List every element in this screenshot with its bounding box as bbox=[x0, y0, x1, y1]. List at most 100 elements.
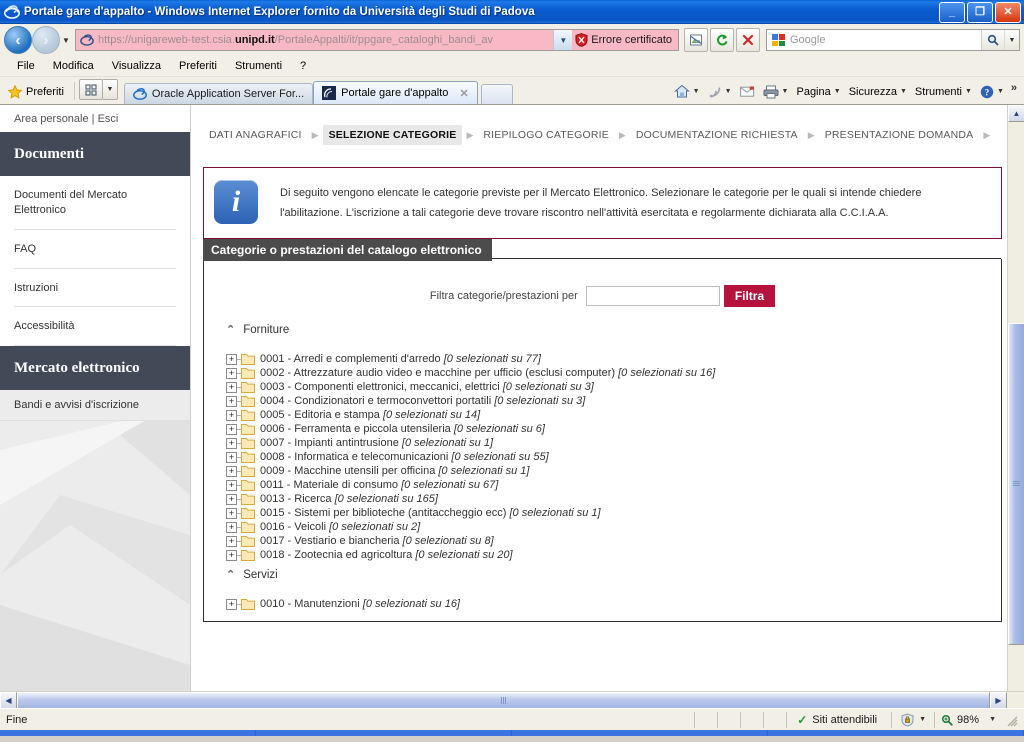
safety-dropdown-icon[interactable]: ▼ bbox=[900, 88, 907, 95]
tree-row[interactable]: + 0003 - Componenti elettronici, meccani… bbox=[214, 380, 991, 394]
search-input[interactable]: Google bbox=[790, 34, 981, 46]
step-presentazione-domanda[interactable]: PRESENTAZIONE DOMANDA bbox=[819, 125, 980, 145]
vertical-scroll-thumb[interactable] bbox=[1008, 323, 1024, 645]
tree-row[interactable]: + 0010 - Manutenzioni [0 selezionati su … bbox=[214, 597, 991, 611]
filter-button[interactable]: Filtra bbox=[723, 285, 776, 307]
page-vertical-scrollbar[interactable]: ▲ ▼ bbox=[1007, 105, 1024, 708]
filter-input[interactable] bbox=[585, 286, 720, 306]
refresh-button[interactable] bbox=[710, 28, 734, 52]
chevron-up-icon[interactable]: ⌃ bbox=[226, 568, 235, 581]
search-box[interactable]: Google ▼ bbox=[766, 29, 1020, 51]
minimize-button[interactable]: _ bbox=[939, 2, 965, 23]
expand-icon[interactable]: + bbox=[226, 381, 237, 393]
expand-icon[interactable]: + bbox=[226, 395, 237, 407]
read-mail-button[interactable] bbox=[736, 84, 759, 100]
address-dropdown-icon[interactable]: ▼ bbox=[553, 30, 573, 50]
tree-row[interactable]: + 0016 - Veicoli [0 selezionati su 2] bbox=[214, 520, 991, 534]
sidebar-item-documenti-mercato-elettronico[interactable]: Documenti del Mercato Elettronico bbox=[14, 176, 176, 230]
scroll-right-button[interactable]: ▶ bbox=[990, 692, 1007, 708]
sidebar-item-faq[interactable]: FAQ bbox=[14, 230, 176, 269]
safety-menu-button[interactable]: Sicurezza ▼ bbox=[845, 84, 911, 100]
page-menu-button[interactable]: Pagina ▼ bbox=[792, 84, 844, 100]
tab-close-icon[interactable]: ✕ bbox=[459, 87, 468, 100]
tree-row[interactable]: + 0017 - Vestiario e biancheria [0 selez… bbox=[214, 534, 991, 548]
expand-icon[interactable]: + bbox=[226, 437, 237, 449]
menu-item-strumenti[interactable]: Strumenti bbox=[226, 58, 291, 74]
tab-oracle-application-server[interactable]: Oracle Application Server For... bbox=[123, 83, 314, 104]
expand-icon[interactable]: + bbox=[226, 507, 237, 519]
tree-row[interactable]: + 0001 - Arredi e complementi d'arredo [… bbox=[214, 352, 991, 366]
address-bar[interactable]: https://unigareweb-test.csia.unipd.it/Po… bbox=[75, 29, 679, 51]
menu-item-preferiti[interactable]: Preferiti bbox=[170, 58, 226, 74]
sidebar-item-accessibilita[interactable]: Accessibilità bbox=[14, 307, 176, 347]
tree-row[interactable]: + 0018 - Zootecnia ed agricoltura [0 sel… bbox=[214, 548, 991, 562]
home-dropdown-icon[interactable]: ▼ bbox=[693, 88, 700, 95]
expand-icon[interactable]: + bbox=[226, 451, 237, 463]
favorites-button[interactable]: Preferiti bbox=[6, 82, 72, 104]
expand-icon[interactable]: + bbox=[226, 465, 237, 477]
protected-mode-dropdown-icon[interactable]: ▼ bbox=[919, 716, 926, 723]
account-area-link[interactable]: Area personale bbox=[14, 113, 89, 125]
expand-icon[interactable]: + bbox=[226, 409, 237, 421]
tree-row[interactable]: + 0013 - Ricerca [0 selezionati su 165] bbox=[214, 492, 991, 506]
horizontal-scroll-thumb[interactable] bbox=[17, 692, 990, 708]
page-horizontal-scrollbar[interactable]: ◀ ▶ bbox=[0, 691, 1024, 708]
new-tab-button[interactable] bbox=[480, 84, 513, 104]
sidebar-item-bandi-avvisi-iscrizione[interactable]: Bandi e avvisi d'iscrizione bbox=[0, 390, 190, 422]
expand-icon[interactable]: + bbox=[226, 479, 237, 491]
menu-item-file[interactable]: File bbox=[8, 58, 44, 74]
close-button[interactable]: ✕ bbox=[995, 2, 1021, 23]
page-dropdown-icon[interactable]: ▼ bbox=[834, 88, 841, 95]
logout-link[interactable]: Esci bbox=[98, 113, 119, 125]
zoom-dropdown-icon[interactable]: ▼ bbox=[989, 716, 996, 723]
tree-row[interactable]: + 0009 - Macchine utensili per officina … bbox=[214, 464, 991, 478]
history-dropdown-icon[interactable]: ▼ bbox=[60, 36, 72, 45]
tree-row[interactable]: + 0011 - Materiale di consumo [0 selezio… bbox=[214, 478, 991, 492]
tree-row[interactable]: + 0007 - Impianti antintrusione [0 selez… bbox=[214, 436, 991, 450]
step-selezione-categorie[interactable]: SELEZIONE CATEGORIE bbox=[322, 125, 463, 145]
menu-item-help[interactable]: ? bbox=[291, 58, 315, 74]
tree-row[interactable]: + 0004 - Condizionatori e termoconvettor… bbox=[214, 394, 991, 408]
tree-row[interactable]: + 0008 - Informatica e telecomunicazioni… bbox=[214, 450, 991, 464]
print-dropdown-icon[interactable]: ▼ bbox=[782, 88, 789, 95]
chevron-up-icon[interactable]: ⌃ bbox=[226, 323, 235, 336]
address-input[interactable]: https://unigareweb-test.csia.unipd.it/Po… bbox=[76, 30, 554, 50]
home-button[interactable]: ▼ bbox=[670, 82, 704, 101]
tree-row[interactable]: + 0006 - Ferramenta e piccola utensileri… bbox=[214, 422, 991, 436]
restore-button[interactable]: ❐ bbox=[967, 2, 993, 23]
expand-icon[interactable]: + bbox=[226, 367, 237, 379]
expand-icon[interactable]: + bbox=[226, 353, 237, 365]
help-dropdown-icon[interactable]: ▼ bbox=[997, 88, 1004, 95]
expand-icon[interactable]: + bbox=[226, 535, 237, 547]
group-header-forniture[interactable]: ⌃ Forniture bbox=[214, 317, 991, 342]
search-submit-button[interactable] bbox=[981, 30, 1004, 50]
print-button[interactable]: ▼ bbox=[759, 83, 793, 101]
tree-row[interactable]: + 0002 - Attrezzature audio video e macc… bbox=[214, 366, 991, 380]
stop-button[interactable] bbox=[736, 28, 760, 52]
certificate-error-button[interactable]: Errore certificato bbox=[572, 30, 678, 50]
menu-item-modifica[interactable]: Modifica bbox=[44, 58, 103, 74]
step-riepilogo-categorie[interactable]: RIEPILOGO CATEGORIE bbox=[477, 125, 615, 145]
resize-grip-icon[interactable] bbox=[1004, 713, 1018, 727]
zoom-level-indicator[interactable]: 98% ▼ bbox=[934, 711, 1024, 728]
scroll-up-button[interactable]: ▲ bbox=[1008, 105, 1024, 122]
compatibility-view-button[interactable] bbox=[684, 28, 708, 52]
expand-icon[interactable]: + bbox=[226, 521, 237, 533]
tree-row[interactable]: + 0005 - Editoria e stampa [0 selezionat… bbox=[214, 408, 991, 422]
favorites-bar-dropdown-icon[interactable]: ▼ bbox=[102, 79, 118, 100]
step-dati-anagrafici[interactable]: DATI ANAGRAFICI bbox=[203, 125, 308, 145]
security-zone-indicator[interactable]: ✓ Siti attendibili bbox=[786, 711, 891, 728]
expand-icon[interactable]: + bbox=[226, 598, 237, 610]
feeds-button[interactable]: ▼ bbox=[704, 83, 736, 101]
tree-row[interactable]: + 0015 - Sistemi per biblioteche (antita… bbox=[214, 506, 991, 520]
protected-mode-indicator[interactable]: ▼ bbox=[891, 711, 934, 728]
favorites-bar-button[interactable] bbox=[78, 79, 103, 100]
back-button[interactable]: ‹ bbox=[4, 26, 32, 54]
scroll-left-button[interactable]: ◀ bbox=[0, 692, 17, 708]
expand-icon[interactable]: + bbox=[226, 493, 237, 505]
group-header-servizi[interactable]: ⌃ Servizi bbox=[214, 562, 991, 587]
forward-button[interactable]: › bbox=[32, 26, 60, 54]
step-documentazione-richiesta[interactable]: DOCUMENTAZIONE RICHIESTA bbox=[630, 125, 804, 145]
menu-item-visualizza[interactable]: Visualizza bbox=[103, 58, 170, 74]
toolbar-overflow-icon[interactable]: » bbox=[1008, 82, 1020, 94]
